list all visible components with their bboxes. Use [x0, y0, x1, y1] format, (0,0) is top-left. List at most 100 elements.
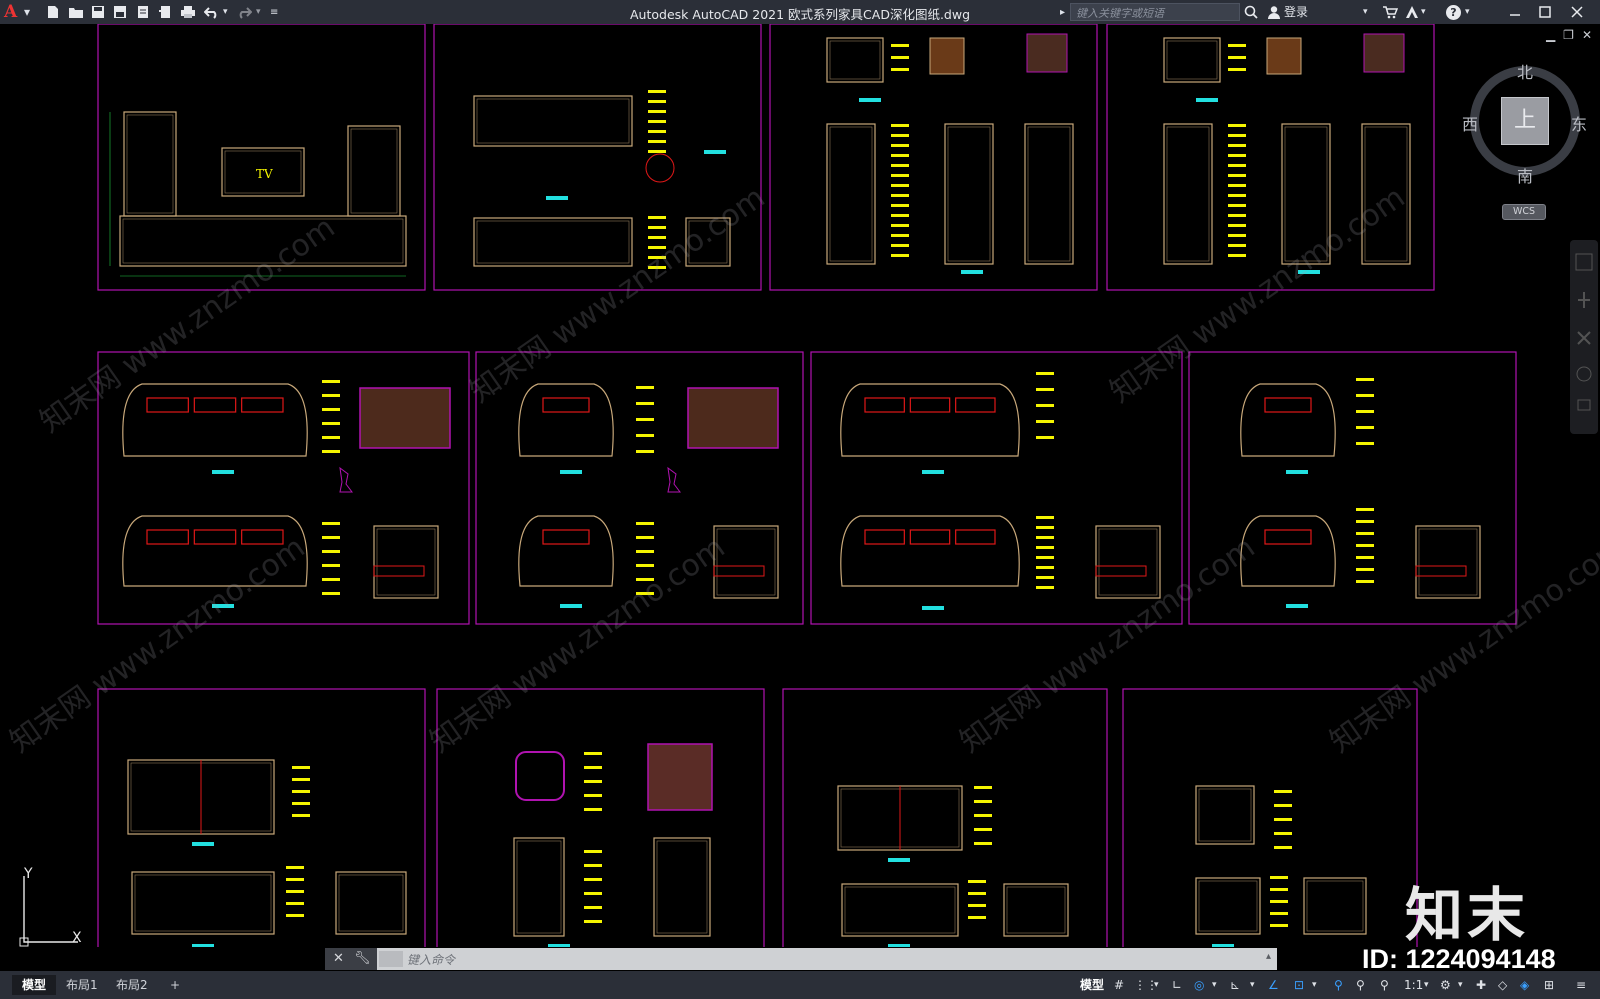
- annotation-scale-value[interactable]: 1:1: [1404, 976, 1423, 994]
- save-web-icon[interactable]: [158, 3, 172, 21]
- tab-layout2[interactable]: 布局2: [106, 975, 158, 995]
- redo-dropdown-icon[interactable]: ▾: [256, 3, 261, 21]
- annotation-leader-mark: [286, 878, 304, 881]
- customize-wrench-icon[interactable]: 🔧︎: [354, 951, 371, 966]
- autocad-logo[interactable]: A: [4, 2, 22, 22]
- command-input[interactable]: 键入命令: [407, 951, 455, 968]
- save-icon[interactable]: [91, 3, 105, 21]
- drawing-svg: TV: [97, 23, 1517, 962]
- annotation-leader-mark: [322, 380, 340, 383]
- clean-screen-icon[interactable]: ⊞: [1544, 976, 1554, 994]
- login-dropdown-icon[interactable]: ▾: [1363, 3, 1368, 21]
- snap-dropdown-icon[interactable]: ▾: [1154, 976, 1159, 994]
- console-plan-inner: [476, 98, 630, 144]
- view-title-mark: [1286, 604, 1308, 608]
- command-line[interactable]: ✕ 🔧︎ 键入命令 ▴: [325, 948, 1277, 970]
- model-space-toggle[interactable]: 模型: [1080, 976, 1104, 994]
- undo-dropdown-icon[interactable]: ▾: [223, 3, 228, 21]
- open-web-icon[interactable]: [136, 3, 150, 21]
- annotation-leader-mark: [1270, 888, 1288, 891]
- annotation-leader-mark: [974, 786, 992, 789]
- a360-dropdown-icon[interactable]: ▾: [1421, 3, 1426, 21]
- login-button[interactable]: 登录: [1284, 3, 1308, 21]
- navigation-bar[interactable]: [1570, 240, 1598, 434]
- app-menu-arrow-icon[interactable]: ▾: [24, 3, 30, 21]
- annotation-leader-mark: [1228, 68, 1246, 71]
- view-title-mark: [1286, 470, 1308, 474]
- pan-icon: [1578, 292, 1590, 308]
- model-space-canvas[interactable]: TV: [0, 23, 1600, 962]
- search-input[interactable]: 键入关键字或短语: [1070, 3, 1240, 21]
- annotation-leader-mark: [968, 892, 986, 895]
- search-icon[interactable]: [1244, 3, 1258, 21]
- cabinet-top-view-inner: [829, 40, 881, 80]
- polar-tracking-icon[interactable]: ∠: [1268, 976, 1279, 994]
- view-title-mark: [1298, 270, 1320, 274]
- command-history-toggle-icon[interactable]: ▴: [1266, 951, 1271, 962]
- new-file-icon[interactable]: [46, 3, 60, 21]
- annotation-leader-mark: [648, 110, 666, 113]
- close-command-line-icon[interactable]: ✕: [333, 951, 344, 966]
- help-dropdown-icon[interactable]: ▾: [1465, 3, 1470, 21]
- drawing-restore-icon[interactable]: ❐: [1563, 28, 1574, 42]
- compass-south[interactable]: 南: [1517, 163, 1533, 187]
- tab-model[interactable]: 模型: [12, 975, 57, 995]
- close-icon[interactable]: [1570, 3, 1584, 21]
- add-layout-button[interactable]: +: [160, 975, 190, 995]
- dynamic-input-icon[interactable]: ◎: [1194, 976, 1204, 994]
- open-folder-icon[interactable]: [68, 3, 84, 21]
- minimize-icon[interactable]: [1508, 3, 1522, 21]
- customize-quick-access-icon[interactable]: ≡: [270, 3, 278, 21]
- annotation-leader-mark: [891, 164, 909, 167]
- isolate-objects-icon[interactable]: ◇: [1498, 976, 1507, 994]
- end-table-side-inner: [1306, 880, 1364, 932]
- print-icon[interactable]: [180, 3, 196, 21]
- redo-icon[interactable]: [236, 3, 252, 21]
- grid-icon[interactable]: #: [1114, 976, 1124, 994]
- maximize-icon[interactable]: [1538, 3, 1552, 21]
- annotation-leader-mark: [648, 100, 666, 103]
- customize-menu-icon[interactable]: ≡: [1576, 976, 1586, 994]
- sofa-back-elevation: [122, 515, 308, 587]
- auto-scale-icon[interactable]: ⚲: [1356, 976, 1365, 994]
- help-icon[interactable]: ?: [1446, 3, 1461, 21]
- annotation-leader-mark: [1356, 556, 1374, 559]
- compass-west[interactable]: 西: [1462, 111, 1478, 135]
- workspace-dropdown-icon[interactable]: ▾: [1458, 976, 1463, 994]
- cabinet-top-view: [826, 37, 884, 83]
- viewcube-top-face[interactable]: 上: [1501, 97, 1549, 145]
- dynamic-input-dropdown-icon[interactable]: ▾: [1212, 976, 1217, 994]
- object-snap-icon[interactable]: ⊡: [1294, 976, 1304, 994]
- undo-icon[interactable]: [204, 3, 220, 21]
- compass-east[interactable]: 东: [1571, 111, 1587, 135]
- cart-icon[interactable]: [1382, 3, 1398, 21]
- annotation-leader-mark: [891, 134, 909, 137]
- search-expand-icon[interactable]: ▸: [1060, 3, 1065, 21]
- user-icon[interactable]: [1267, 3, 1281, 21]
- recent-commands-icon[interactable]: [379, 951, 403, 967]
- drawing-close-icon[interactable]: ✕: [1582, 28, 1592, 42]
- annotation-leader-mark: [1228, 224, 1246, 227]
- compass-north[interactable]: 北: [1517, 59, 1533, 83]
- tab-layout1[interactable]: 布局1: [56, 975, 108, 995]
- save-as-icon[interactable]: [113, 3, 127, 21]
- drawing-minimize-icon[interactable]: ▁: [1546, 28, 1555, 42]
- hardware-accel-icon[interactable]: ◈: [1520, 976, 1529, 994]
- ortho-dropdown-icon[interactable]: ▾: [1250, 976, 1255, 994]
- object-snap-dropdown-icon[interactable]: ▾: [1312, 976, 1317, 994]
- wood-detail-swatch: [929, 37, 965, 75]
- scale-dropdown-icon[interactable]: ▾: [1424, 976, 1429, 994]
- annotation-scale-icon[interactable]: ⚲: [1380, 976, 1389, 994]
- autodesk-a360-icon[interactable]: [1404, 3, 1420, 21]
- dining-chair-front-inner: [516, 840, 562, 934]
- annotation-leader-mark: [636, 386, 654, 389]
- annotation-leader-mark: [292, 814, 310, 817]
- add-plus-icon[interactable]: ✚: [1476, 976, 1486, 994]
- viewcube[interactable]: 上 北 南 东 西: [1462, 59, 1587, 186]
- wcs-menu[interactable]: WCS: [1502, 204, 1546, 220]
- annotation-visibility-icon[interactable]: ⚲: [1334, 976, 1343, 994]
- annotation-leader-mark: [968, 880, 986, 883]
- ortho-mode-icon[interactable]: ⊾: [1230, 976, 1240, 994]
- workspace-gear-icon[interactable]: ⚙: [1440, 976, 1451, 994]
- infer-constraints-icon[interactable]: ∟: [1172, 976, 1182, 994]
